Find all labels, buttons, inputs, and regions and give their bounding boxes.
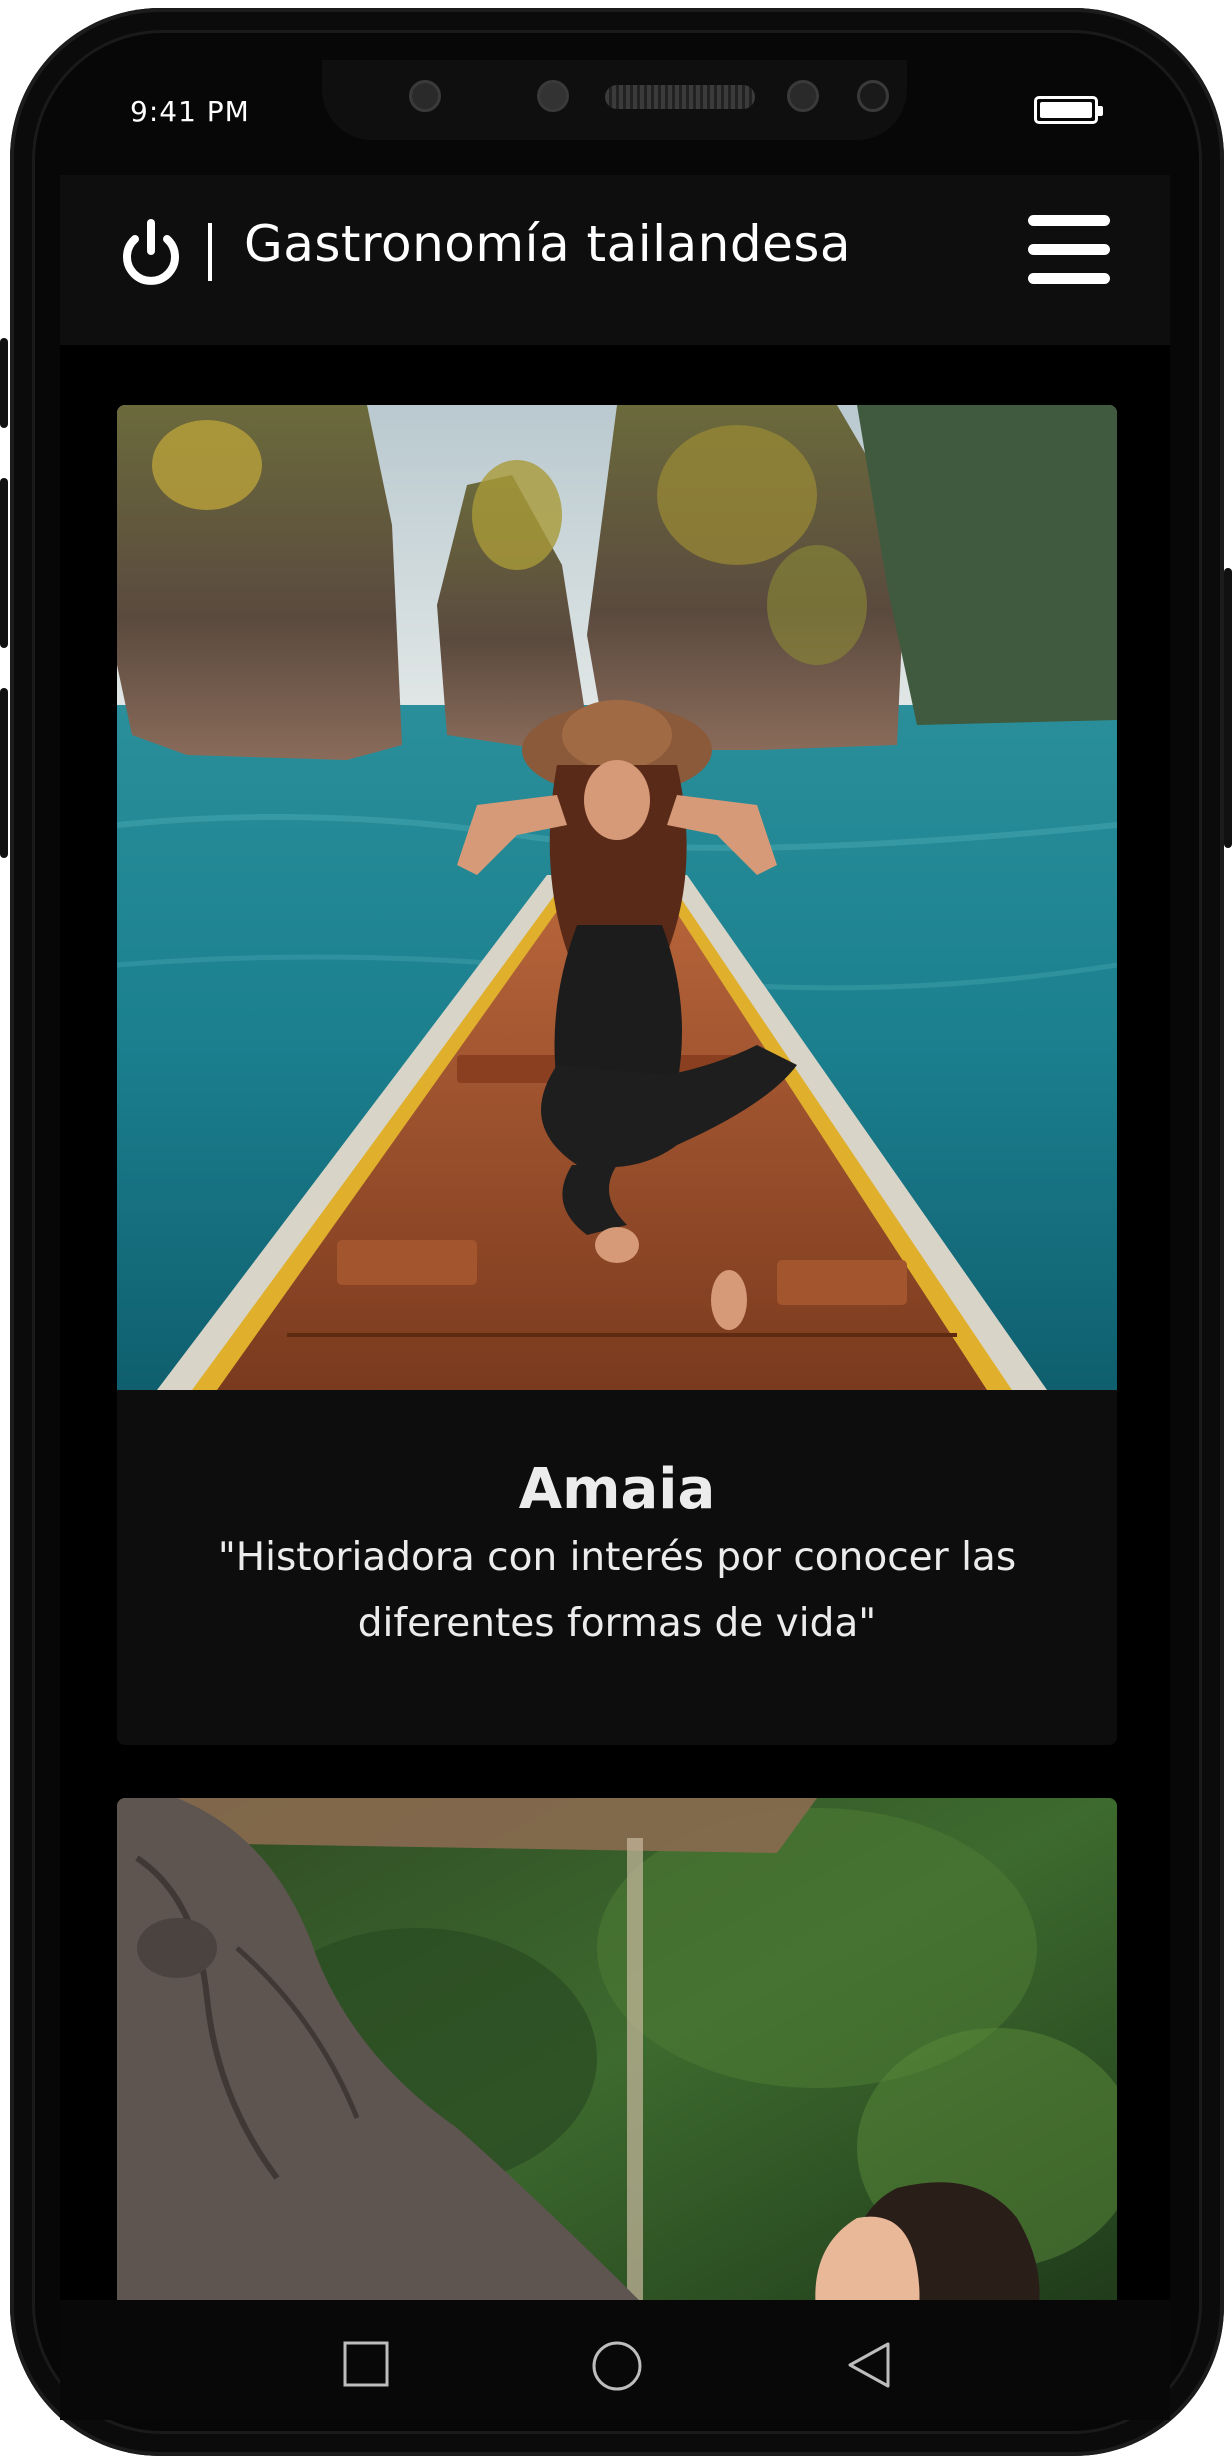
woman-in-longtail-boat-photo bbox=[117, 405, 1117, 1390]
light-sensor-icon bbox=[857, 80, 889, 112]
profile-list[interactable]: Amaia "Historiadora con interés por cono… bbox=[60, 345, 1170, 2300]
battery-icon bbox=[1034, 96, 1103, 124]
page-title: Gastronomía tailandesa bbox=[244, 215, 852, 273]
circle-home-icon[interactable] bbox=[591, 2340, 643, 2392]
earpiece-speaker bbox=[605, 85, 755, 109]
battery-level bbox=[1040, 102, 1092, 118]
profile-card[interactable] bbox=[117, 1798, 1117, 2300]
profile-card[interactable]: Amaia "Historiadora con interés por cono… bbox=[117, 405, 1117, 1745]
phone-volume-down-button bbox=[0, 688, 8, 858]
triangle-back-icon[interactable] bbox=[846, 2340, 892, 2390]
app-header: Gastronomía tailandesa bbox=[60, 175, 1170, 345]
proximity-sensor-icon bbox=[787, 80, 819, 112]
elephant-and-woman-photo bbox=[117, 1798, 1117, 2300]
front-sensor-icon bbox=[409, 80, 441, 112]
square-recents-icon[interactable] bbox=[342, 2340, 390, 2388]
title-separator bbox=[208, 223, 212, 281]
hamburger-menu-icon[interactable] bbox=[1028, 215, 1110, 285]
notch bbox=[322, 60, 907, 140]
front-camera-icon bbox=[537, 80, 569, 112]
power-icon[interactable] bbox=[120, 217, 182, 287]
profile-quote: "Historiadora con interés por conocer la… bbox=[217, 1535, 1017, 1646]
phone-power-button bbox=[1224, 568, 1232, 848]
system-nav-bar bbox=[60, 2300, 1170, 2420]
phone-volume-up-button bbox=[0, 478, 8, 648]
status-time: 9:41 PM bbox=[130, 95, 250, 128]
phone-side-button bbox=[0, 338, 8, 428]
status-bar: 9:41 PM bbox=[60, 60, 1170, 170]
profile-name: Amaia bbox=[518, 1457, 716, 1522]
